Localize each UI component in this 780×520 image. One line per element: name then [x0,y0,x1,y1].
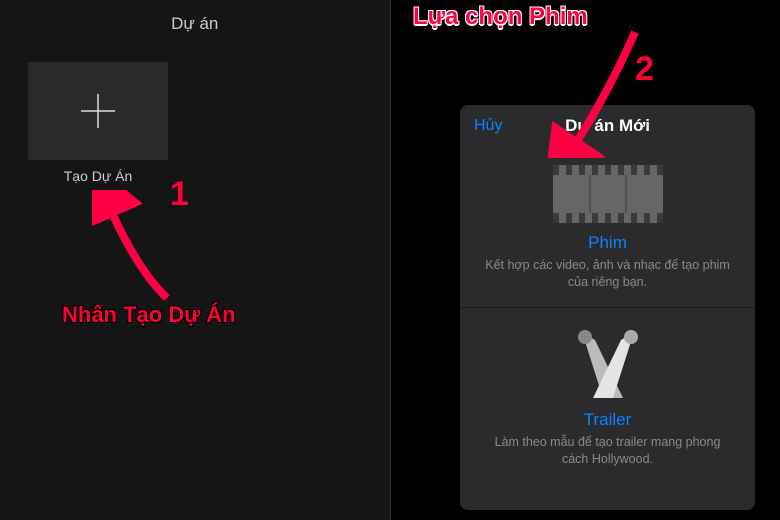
option-movie[interactable]: Phim Kết hợp các video, ảnh và nhạc để t… [460,143,755,308]
option-movie-desc: Kết hợp các video, ảnh và nhạc để tạo ph… [478,257,737,291]
option-movie-title: Phim [478,233,737,253]
annotation-step-2-number: 2 [635,50,654,89]
projects-panel: Dự án Tạo Dự Án 1 Nhấn Tạo Dự Án [0,0,391,520]
plus-icon [76,89,120,133]
create-project-label: Tạo Dự Án [28,168,168,184]
new-project-dialog: Hủy Dự án Mới Phim Kết hợp các video, ản… [460,105,755,510]
dialog-header: Hủy Dự án Mới [460,105,755,143]
create-project-tile[interactable] [28,62,168,160]
option-trailer-desc: Làm theo mẫu để tạo trailer mang phong c… [478,434,737,468]
dialog-title: Dự án Mới [565,116,650,136]
annotation-step-1-text: Nhấn Tạo Dự Án [62,302,236,328]
filmstrip-icon [553,165,663,223]
annotation-step-1-number: 1 [170,175,189,214]
panel-title: Dự án [0,0,390,44]
option-trailer-title: Trailer [478,410,737,430]
cancel-button[interactable]: Hủy [474,117,502,135]
annotation-arrow-1 [92,190,182,310]
option-trailer[interactable]: Trailer Làm theo mẫu để tạo trailer mang… [460,308,755,484]
annotation-top-text: Lựa chọn Phim [413,3,588,31]
spotlights-icon [567,330,649,400]
